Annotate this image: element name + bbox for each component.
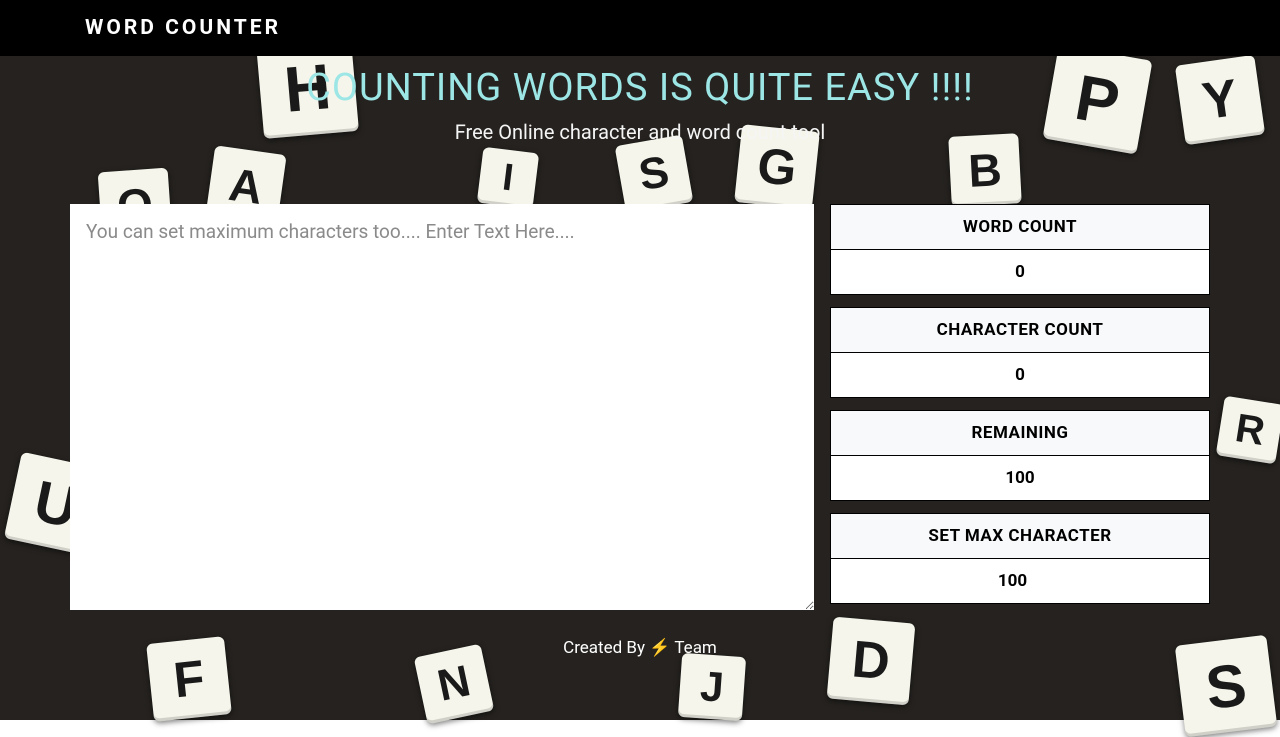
bg-letter-tile: J <box>678 653 746 721</box>
word-count-panel: WORD COUNT 0 <box>830 204 1210 295</box>
word-count-value: 0 <box>831 250 1209 294</box>
max-char-panel: SET MAX CHARACTER <box>830 513 1210 604</box>
text-input[interactable] <box>70 204 814 610</box>
footer-suffix: Team <box>670 638 716 658</box>
page-subtitle: Free Online character and word count too… <box>0 120 1280 144</box>
footer-prefix: Created By <box>563 638 649 658</box>
bolt-icon: ⚡ <box>649 638 670 658</box>
page-headline: COUNTING WORDS IS QUITE EASY !!!! <box>0 66 1280 110</box>
character-count-label: CHARACTER COUNT <box>831 308 1209 353</box>
main-row: WORD COUNT 0 CHARACTER COUNT 0 REMAINING… <box>0 204 1280 610</box>
remaining-value: 100 <box>831 456 1209 500</box>
max-char-input[interactable] <box>831 559 1209 603</box>
app-header: WORD COUNTER <box>0 0 1280 56</box>
character-count-panel: CHARACTER COUNT 0 <box>830 307 1210 398</box>
max-char-label: SET MAX CHARACTER <box>831 514 1209 559</box>
remaining-label: REMAINING <box>831 411 1209 456</box>
remaining-panel: REMAINING 100 <box>830 410 1210 501</box>
stats-panels: WORD COUNT 0 CHARACTER COUNT 0 REMAINING… <box>830 204 1210 604</box>
character-count-value: 0 <box>831 353 1209 397</box>
word-count-label: WORD COUNT <box>831 205 1209 250</box>
footer: Created By ⚡ Team <box>0 638 1280 658</box>
app-title: WORD COUNTER <box>85 16 281 40</box>
content-area: COUNTING WORDS IS QUITE EASY !!!! Free O… <box>0 66 1280 658</box>
